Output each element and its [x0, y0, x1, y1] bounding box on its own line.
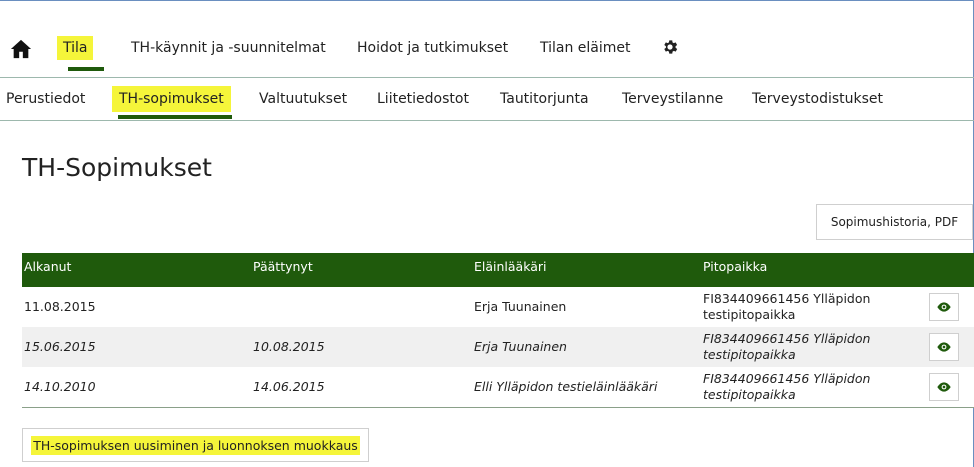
nav-animals[interactable]: Tilan eläimet: [540, 36, 631, 60]
cell-ended: 14.06.2015: [253, 378, 325, 394]
tab-th-sopimukset-underline: [118, 115, 232, 119]
eye-icon: [937, 302, 951, 312]
header-vet: Eläinlääkäri: [474, 259, 547, 274]
cell-actions: [929, 327, 974, 367]
table-row: 15.06.2015 10.08.2015 Erja Tuunainen FI8…: [22, 327, 974, 367]
home-icon[interactable]: [10, 38, 32, 60]
sub-navigation: Perustiedot TH-sopimukset Valtuutukset L…: [0, 77, 974, 121]
tab-terveystodistukset[interactable]: Terveystodistukset: [752, 91, 883, 107]
cell-vet: Erja Tuunainen: [474, 299, 567, 314]
eye-icon: [937, 342, 951, 352]
table-row: 14.10.2010 14.06.2015 Elli Ylläpidon tes…: [22, 367, 974, 407]
header-ended: Päättynyt: [253, 259, 313, 274]
view-button[interactable]: [929, 293, 959, 321]
cell-location: FI834409661456 Ylläpidon testipitopaikka: [703, 291, 871, 322]
tab-terveystilanne[interactable]: Terveystilanne: [622, 91, 723, 107]
header-started: Alkanut: [24, 259, 72, 274]
cell-ended: [253, 287, 474, 327]
tab-tautitorjunta[interactable]: Tautitorjunta: [500, 91, 589, 107]
table-header-row: Alkanut Päättynyt Eläinlääkäri Pitopaikk…: [22, 253, 974, 287]
view-button[interactable]: [929, 372, 959, 401]
page-title: TH-Sopimukset: [22, 153, 212, 182]
nav-tila[interactable]: Tila: [57, 36, 94, 60]
cell-started: 15.06.2015: [24, 339, 96, 354]
view-button[interactable]: [929, 333, 959, 361]
cell-started: 11.08.2015: [24, 299, 96, 314]
table-row: 11.08.2015 Erja Tuunainen FI834409661456…: [22, 287, 974, 327]
cell-actions: [929, 367, 974, 407]
header-location: Pitopaikka: [703, 259, 768, 274]
cell-location: FI834409661456 Ylläpidon testipitopaikka: [703, 370, 871, 402]
tab-perustiedot[interactable]: Perustiedot: [6, 91, 85, 107]
contracts-table: Alkanut Päättynyt Eläinlääkäri Pitopaikk…: [22, 253, 974, 408]
contract-history-pdf-button[interactable]: Sopimushistoria, PDF: [816, 204, 973, 240]
cell-started: 14.10.2010: [24, 378, 96, 394]
cell-location: FI834409661456 Ylläpidon testipitopaikka: [703, 331, 871, 362]
renew-contract-label: TH-sopimuksen uusiminen ja luonnoksen mu…: [31, 435, 360, 455]
nav-th-visits[interactable]: TH-käynnit ja -suunnitelmat: [131, 36, 326, 60]
tab-th-sopimukset[interactable]: TH-sopimukset: [112, 86, 231, 112]
nav-treatments[interactable]: Hoidot ja tutkimukset: [357, 36, 508, 60]
cell-actions: [929, 287, 974, 327]
tab-liitetiedostot[interactable]: Liitetiedostot: [377, 91, 469, 107]
tab-valtuutukset[interactable]: Valtuutukset: [259, 91, 347, 107]
cell-vet: Elli Ylläpidon testieläinlääkäri: [474, 378, 658, 394]
header-actions: [929, 253, 974, 287]
gear-icon[interactable]: [661, 38, 679, 56]
top-navigation: Tila TH-käynnit ja -suunnitelmat Hoidot …: [0, 30, 974, 72]
cell-ended: 10.08.2015: [253, 339, 325, 354]
cell-vet: Erja Tuunainen: [474, 339, 567, 354]
eye-icon: [937, 382, 951, 392]
renew-contract-button[interactable]: TH-sopimuksen uusiminen ja luonnoksen mu…: [22, 428, 369, 462]
nav-tila-underline: [68, 67, 104, 71]
